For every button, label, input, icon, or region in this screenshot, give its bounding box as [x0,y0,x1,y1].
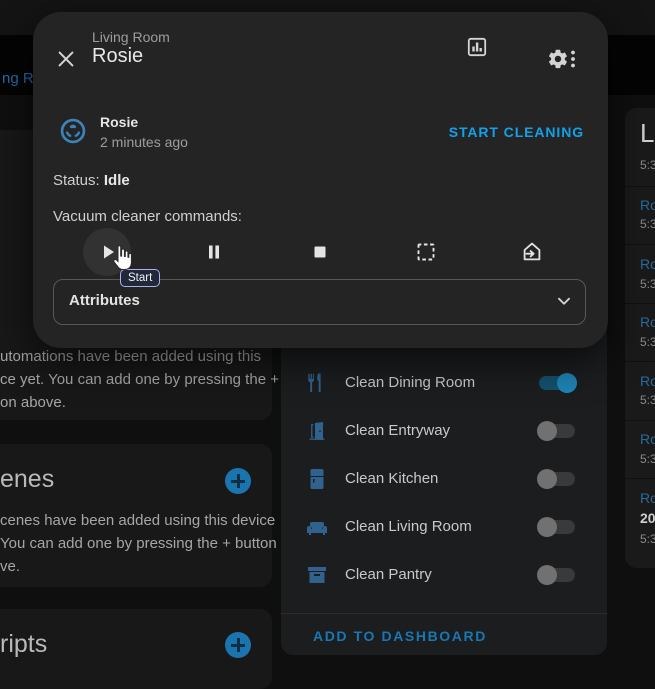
scenes-empty-text-line3: ve. [0,555,20,578]
scripts-title-fragment: ripts [0,630,47,659]
toggle-pantry[interactable] [537,565,577,585]
scenes-empty-text-line1: cenes have been added using this device [0,509,275,532]
attributes-label: Attributes [69,292,140,309]
entity-name: Rosie [100,114,138,130]
card-divider [281,613,607,614]
entity-row-label: Clean Entryway [345,422,450,439]
sofa-icon [305,515,329,539]
logbook-entry-name[interactable]: Ro [640,314,655,330]
logbook-entry-name[interactable]: Ro [640,373,655,389]
return-home-icon[interactable] [520,240,544,264]
add-script-button[interactable] [225,632,251,658]
scenes-empty-text-line2: You can add one by pressing the + button [0,532,277,555]
add-to-dashboard-button[interactable]: ADD TO DASHBOARD [313,628,487,644]
close-icon[interactable] [55,48,77,70]
scenes-title-fragment: enes [0,465,54,494]
chevron-down-icon[interactable] [553,290,575,312]
automations-empty-text-line2: ce yet. You can add one by pressing the … [0,368,279,391]
entity-row-label: Clean Kitchen [345,470,438,487]
logbook-entry-time: 5:3 [640,277,655,291]
dialog-area-subtitle: Living Room [92,29,170,45]
logbook-title-fragment: Lo [640,118,655,149]
logbook-entry-time: 5:3 [640,452,655,466]
toggle-living[interactable] [537,517,577,537]
stop-icon[interactable] [308,240,332,264]
robot-vacuum-icon [57,115,89,147]
more-info-dialog: Living Room Rosie Rosie 2 minutes ago ST… [33,12,608,348]
fridge-icon [305,467,329,491]
logbook-entry-name[interactable]: Ro [640,256,655,272]
status-value: Idle [104,172,130,189]
entity-row-entryway: Clean Entryway [281,407,607,455]
entity-row-kitchen: Clean Kitchen [281,455,607,503]
logbook-entry-time: 5:3 [640,217,655,231]
start-cleaning-button[interactable]: START CLEANING [449,124,584,140]
logbook-entry-time: 5:3 [640,335,655,349]
clean-spot-icon[interactable] [414,240,438,264]
automations-empty-text-line1: utomations have been added using this [0,345,261,368]
box-icon [305,563,329,587]
entity-row-label: Clean Pantry [345,566,432,583]
silverware-icon [305,371,329,395]
entity-row-pantry: Clean Pantry [281,551,607,599]
entity-row-living: Clean Living Room [281,503,607,551]
toggle-dining[interactable] [537,373,577,393]
dialog-title: Rosie [92,45,143,68]
logbook-entry-name[interactable]: Ro [640,490,655,506]
add-scene-button[interactable] [225,468,251,494]
logbook-entry-time: 5:3 [640,158,655,172]
logbook-entry-name[interactable]: Ro [640,197,655,213]
door-icon [305,419,329,443]
entity-row-dining: Clean Dining Room [281,359,607,407]
status-line: Status: Idle [53,172,130,189]
status-label: Status: [53,172,100,189]
automations-empty-text-line3: on above. [0,391,66,414]
toggle-entryway[interactable] [537,421,577,441]
logbook-entry-name[interactable]: Ro [640,431,655,447]
commands-label: Vacuum cleaner commands: [53,208,242,225]
toggle-kitchen[interactable] [537,469,577,489]
entity-row-label: Clean Dining Room [345,374,475,391]
logbook-card: Lo 5:3 Ro 5:3 Ro 5:3 Ro 5:3 Ro 5:3 Ro 5:… [625,108,655,568]
logbook-entry-time: 5:3 [640,532,655,546]
logbook-entry-detail: 20 [640,510,655,526]
mouse-cursor-hand [111,243,135,273]
pause-icon[interactable] [202,240,226,264]
logbook-entry-time: 5:3 [640,393,655,407]
more-menu-icon[interactable] [565,47,581,71]
history-chart-icon[interactable] [465,35,489,59]
entity-row-label: Clean Living Room [345,518,472,535]
entity-last-changed: 2 minutes ago [100,134,188,150]
